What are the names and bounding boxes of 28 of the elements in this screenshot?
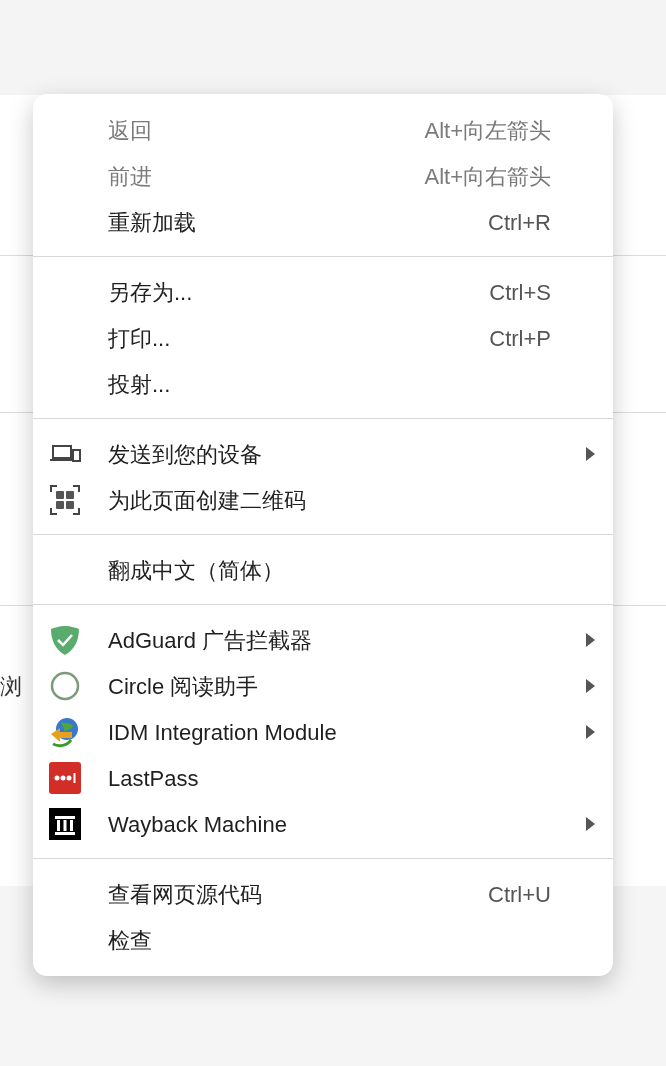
shortcut-text: Ctrl+R [488,208,551,237]
menu-item[interactable]: 重新加载 Ctrl+R [33,199,613,245]
menu-item[interactable]: 投射... [33,361,613,407]
shortcut-text: Ctrl+U [488,880,551,909]
shield-check-icon [49,624,81,656]
menu-item[interactable]: 另存为... Ctrl+S [33,269,613,315]
pillars-icon [49,808,81,840]
qr-code-icon [49,484,81,516]
lastpass-icon [49,762,81,794]
shortcut-text: Alt+向右箭头 [424,162,551,191]
menu-item[interactable]: 检查 [33,917,613,963]
menu-item[interactable]: 查看网页源代码 Ctrl+U [33,871,613,917]
shortcut-text: Ctrl+S [489,278,551,307]
shortcut-text: Ctrl+P [489,324,551,353]
devices-icon [49,444,81,464]
menu-item[interactable]: 为此页面创建二维码 [33,477,613,523]
globe-arrow-icon [49,716,81,748]
menu-item[interactable]: 翻成中文（简体） [33,547,613,593]
menu-item[interactable]: AdGuard 广告拦截器 [33,617,613,663]
page-text: 浏 [0,676,22,698]
menu-item[interactable]: IDM Integration Module [33,709,613,755]
menu-item[interactable]: Circle 阅读助手 [33,663,613,709]
menu-item[interactable]: 打印... Ctrl+P [33,315,613,361]
menu-item[interactable]: LastPass [33,755,613,801]
menu-item[interactable]: 发送到您的设备 [33,431,613,477]
circle-icon [49,670,81,702]
menu-item[interactable]: Wayback Machine [33,801,613,847]
shortcut-text: Alt+向左箭头 [424,116,551,145]
